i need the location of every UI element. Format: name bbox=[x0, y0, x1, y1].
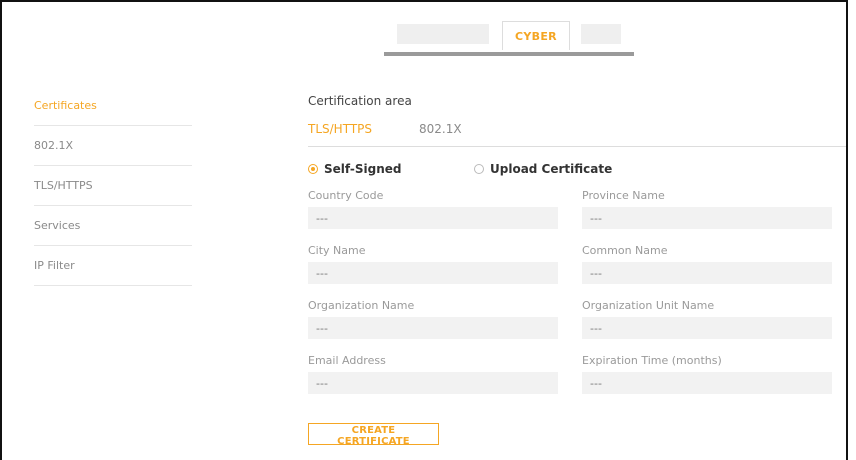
certificate-mode-radios: Self-Signed Upload Certificate bbox=[308, 162, 846, 178]
tab-cyber[interactable]: CYBER bbox=[502, 21, 570, 50]
subtab-bar: TLS/HTTPS 802.1X bbox=[308, 122, 846, 147]
tab-placeholder-left[interactable] bbox=[397, 24, 489, 44]
radio-label: Self-Signed bbox=[324, 162, 402, 176]
radio-unselected-icon bbox=[474, 164, 484, 174]
sidebar-item-services[interactable]: Services bbox=[34, 206, 192, 246]
sidebar-item-tls-https[interactable]: TLS/HTTPS bbox=[34, 166, 192, 206]
province-name-input[interactable] bbox=[582, 207, 832, 229]
expiration-time-input[interactable] bbox=[582, 372, 832, 394]
sidebar-item-8021x[interactable]: 802.1X bbox=[34, 126, 192, 166]
main-content: Certification area TLS/HTTPS 802.1X Self… bbox=[308, 94, 846, 447]
sidebar-item-ip-filter[interactable]: IP Filter bbox=[34, 246, 192, 286]
organization-name-label: Organization Name bbox=[308, 299, 415, 312]
country-code-input[interactable] bbox=[308, 207, 558, 229]
country-code-label: Country Code bbox=[308, 189, 384, 202]
subtab-tls-https[interactable]: TLS/HTTPS bbox=[308, 122, 372, 136]
organization-unit-name-input[interactable] bbox=[582, 317, 832, 339]
radio-selected-icon bbox=[308, 164, 318, 174]
common-name-input[interactable] bbox=[582, 262, 832, 284]
radio-self-signed[interactable]: Self-Signed bbox=[308, 162, 402, 176]
tab-underline bbox=[384, 52, 634, 56]
city-name-input[interactable] bbox=[308, 262, 558, 284]
organization-name-input[interactable] bbox=[308, 317, 558, 339]
subtab-8021x[interactable]: 802.1X bbox=[419, 122, 462, 136]
expiration-time-label: Expiration Time (months) bbox=[582, 354, 722, 367]
create-certificate-button[interactable]: CREATE CERTIFICATE bbox=[308, 423, 439, 447]
email-address-label: Email Address bbox=[308, 354, 386, 367]
city-name-label: City Name bbox=[308, 244, 366, 257]
sidebar-item-certificates[interactable]: Certificates bbox=[34, 86, 192, 126]
radio-label: Upload Certificate bbox=[490, 162, 613, 176]
common-name-label: Common Name bbox=[582, 244, 668, 257]
tab-placeholder-right[interactable] bbox=[581, 24, 621, 44]
province-name-label: Province Name bbox=[582, 189, 665, 202]
section-title: Certification area bbox=[308, 94, 412, 108]
email-address-input[interactable] bbox=[308, 372, 558, 394]
radio-upload-certificate[interactable]: Upload Certificate bbox=[474, 162, 612, 176]
organization-unit-name-label: Organization Unit Name bbox=[582, 299, 715, 312]
sidebar: Certificates 802.1X TLS/HTTPS Services I… bbox=[34, 86, 192, 286]
top-tab-bar: CYBER bbox=[0, 21, 856, 61]
